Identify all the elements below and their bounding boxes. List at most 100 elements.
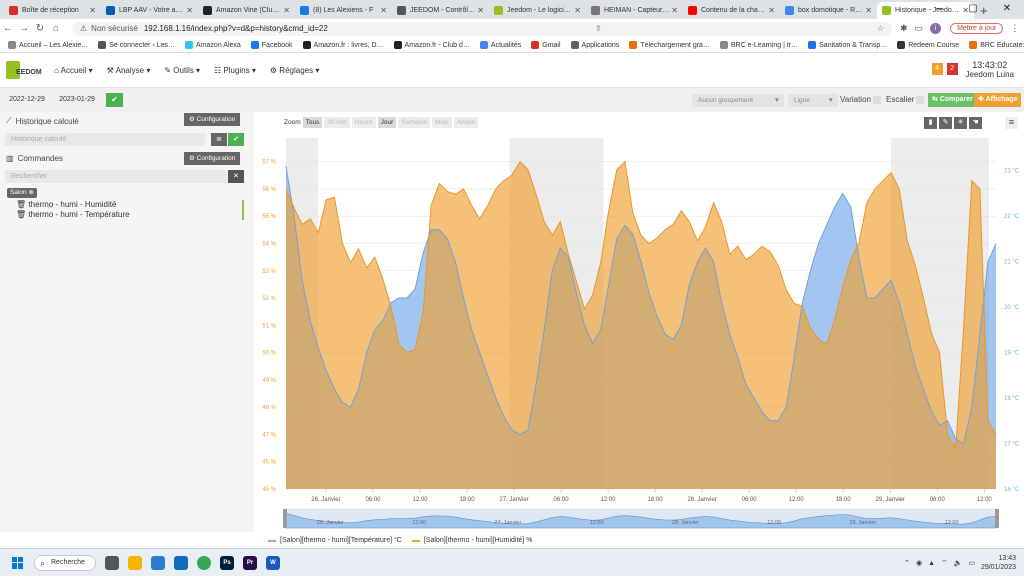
file-explorer-icon[interactable]	[128, 555, 142, 570]
address-field[interactable]: ⚠ Non sécurisé 192.168.1.16/index.php?v=…	[72, 21, 892, 36]
chart-menu-icon[interactable]: ≡	[1005, 117, 1018, 129]
close-window-icon[interactable]: ✕	[990, 0, 1024, 18]
star-icon[interactable]: ☆	[877, 24, 884, 33]
close-tab-icon[interactable]: ✕	[865, 6, 872, 15]
menu-reglages[interactable]: ⚙ Réglages ▾	[270, 66, 319, 75]
taskbar-search[interactable]: Recherche	[34, 554, 96, 571]
browser-tab[interactable]: LBP AAV - Votre a… ✕	[101, 2, 198, 19]
trash-icon[interactable]: 🗑	[16, 210, 26, 219]
menu-analyse[interactable]: ⚒ Analyse ▾	[107, 66, 151, 75]
date-end-input[interactable]: 2023-01-29	[54, 93, 100, 107]
sidebar-icon[interactable]: ▭	[915, 23, 924, 34]
close-tab-icon[interactable]: ✕	[89, 6, 96, 15]
tray-app-icon[interactable]: ◉	[916, 559, 922, 567]
browser-tab[interactable]: Amazon Vine (Clu… ✕	[198, 2, 295, 19]
bookmark-item[interactable]: Accueil – Les Alexie…	[8, 41, 88, 49]
calc-history-input[interactable]: Historique calculé	[5, 133, 205, 146]
validate-dates-button[interactable]: ✔	[106, 93, 123, 107]
hand-icon[interactable]: ☚	[969, 117, 982, 129]
zoom-button[interactable]: Semaine	[398, 117, 430, 128]
word-icon[interactable]: W	[266, 555, 280, 570]
bar-icon[interactable]: ▮	[924, 117, 937, 129]
chevron-up-icon[interactable]: ⌃	[904, 559, 910, 567]
mail-icon[interactable]	[151, 555, 165, 570]
zoom-button[interactable]: Année	[453, 117, 479, 128]
close-tab-icon[interactable]: ✕	[477, 6, 484, 15]
tray-app-icon-2[interactable]: ▲	[928, 560, 935, 567]
zoom-button[interactable]: 30 min	[324, 117, 350, 128]
bookmark-item[interactable]: Se connecter ‹ Les…	[98, 41, 175, 49]
photoshop-icon[interactable]: Ps	[220, 555, 234, 570]
system-clock[interactable]: 13:43 29/01/2023	[981, 554, 1016, 572]
bookmark-item[interactable]: Redeem Course	[897, 41, 959, 49]
bookmark-item[interactable]: BRC e-Learning | tr…	[719, 41, 798, 49]
forward-icon[interactable]: →	[16, 23, 32, 34]
close-tab-icon[interactable]: ✕	[574, 6, 581, 15]
grouping-select[interactable]: Aucun groupement ▼	[692, 94, 784, 107]
bookmark-item[interactable]: Amazon.fr - Club d…	[393, 41, 470, 49]
jeedom-logo[interactable]: EEDOM	[4, 60, 44, 81]
extensions-icon[interactable]: ✱	[900, 23, 908, 34]
wifi-icon[interactable]: ⌔	[941, 559, 948, 568]
group-tag-salon[interactable]: Salon ⊗	[7, 188, 37, 198]
close-tab-icon[interactable]: ✕	[671, 6, 678, 15]
menu-outils[interactable]: ✎ Outils ▾	[164, 66, 200, 75]
trash-icon[interactable]: 🗑	[16, 200, 26, 209]
premiere-icon[interactable]: Pr	[243, 555, 257, 570]
bookmark-item[interactable]: Applications	[570, 41, 619, 49]
escalier-checkbox[interactable]	[916, 96, 924, 104]
back-icon[interactable]: ←	[0, 23, 16, 34]
command-search-input[interactable]: Rechercher	[5, 170, 227, 183]
browser-tab[interactable]: box domotique - R… ✕	[780, 2, 877, 19]
clear-search-button[interactable]: ✕	[228, 170, 244, 183]
zoom-button[interactable]: Heure	[351, 117, 376, 128]
browser-tab[interactable]: JEEDOM - Contrôl… ✕	[392, 2, 489, 19]
variation-checkbox[interactable]	[873, 96, 881, 104]
browser-tab[interactable]: Boîte de réception ✕	[4, 2, 101, 19]
bookmark-item[interactable]: BRC Educate: Log in…	[969, 41, 1024, 49]
close-tab-icon[interactable]: ✕	[283, 6, 290, 15]
pencil-icon[interactable]: ✎	[939, 117, 952, 129]
bookmark-item[interactable]: Amazon Alexa	[185, 41, 241, 49]
zoom-button[interactable]: Mois	[431, 117, 452, 128]
line-type-select[interactable]: Ligne ▼	[788, 94, 838, 107]
close-tab-icon[interactable]: ✕	[186, 6, 193, 15]
volume-icon[interactable]: 🔈	[954, 559, 963, 567]
task-view-icon[interactable]	[105, 555, 119, 570]
share-icon[interactable]: ⇪	[595, 24, 602, 33]
menu-dots-icon[interactable]: ⋮	[1010, 23, 1019, 34]
legend-item-humidity[interactable]: [Salon][thermo - humi][Humidité] %	[411, 537, 532, 544]
home-icon[interactable]: ⌂	[48, 23, 64, 34]
browser-tab[interactable]: (8) Les Alexiens - F ✕	[295, 2, 392, 19]
profile-avatar[interactable]: i	[930, 23, 942, 34]
browser-tab[interactable]: Contenu de la cha… ✕	[683, 2, 780, 19]
menu-accueil[interactable]: ⌂ Accueil ▾	[54, 66, 93, 75]
windows-start-icon[interactable]	[12, 556, 24, 569]
maximize-icon[interactable]: ▢	[956, 0, 990, 18]
browser-tab[interactable]: HEIMAN - Capteur… ✕	[586, 2, 683, 19]
remove-circle-icon[interactable]: ⊗	[28, 189, 33, 196]
zoom-button[interactable]: Tous	[302, 117, 323, 128]
bookmark-item[interactable]: Sanitation & Transp…	[808, 41, 887, 49]
calc-list-button[interactable]: ≣	[211, 133, 227, 146]
menu-plugins[interactable]: ☷ Plugins ▾	[214, 66, 256, 75]
close-tab-icon[interactable]: ✕	[768, 6, 775, 15]
chrome-icon[interactable]	[197, 555, 211, 570]
display-button[interactable]: ✚ Affichage	[974, 93, 1022, 107]
bookmark-item[interactable]: Téléchargement gra…	[629, 41, 710, 49]
battery-icon[interactable]: ▭	[968, 559, 975, 567]
zoom-button[interactable]: Jour	[377, 117, 397, 128]
update-button[interactable]: Mettre à jour	[950, 23, 1004, 34]
compare-button[interactable]: ⇆ Comparer	[928, 93, 977, 107]
message-badge[interactable]: 4	[931, 63, 943, 75]
command-item-humidity[interactable]: 🗑 thermo - humi - Humidité	[16, 200, 116, 209]
commands-config-button[interactable]: ⚙ Configuration	[184, 152, 241, 165]
bookmark-item[interactable]: Amazon.fr : livres, D…	[302, 41, 384, 49]
calc-config-button[interactable]: ⚙ Configuration	[184, 113, 241, 126]
browser-tab[interactable]: Jeedom - Le logici… ✕	[489, 2, 586, 19]
reload-icon[interactable]: ↻	[32, 23, 48, 34]
date-start-input[interactable]: 2022-12-29	[4, 93, 50, 107]
bookmark-item[interactable]: Actualités	[479, 41, 521, 49]
bookmark-item[interactable]: Facebook	[250, 41, 293, 49]
bookmark-item[interactable]: Gmail	[531, 41, 561, 49]
